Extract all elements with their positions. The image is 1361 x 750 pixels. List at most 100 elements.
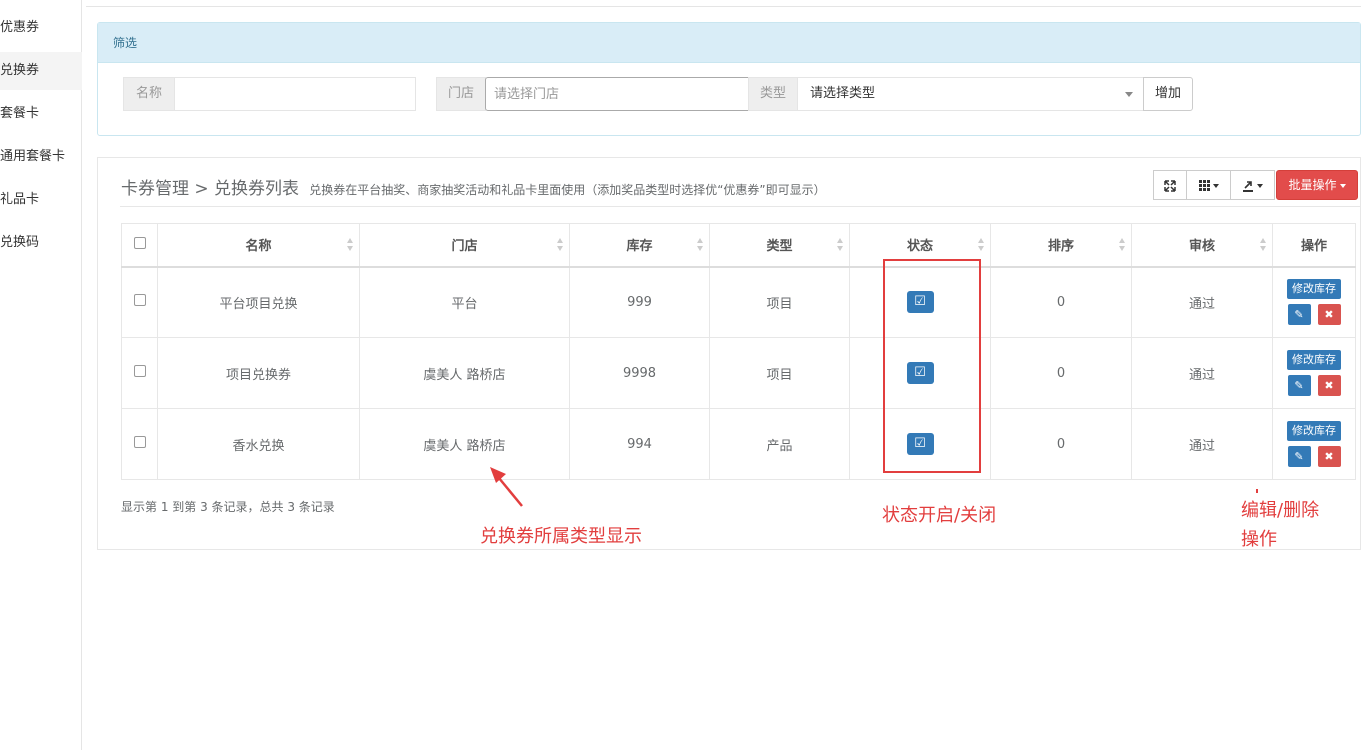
filter-panel: 筛选 名称 门店 类型 请选择类型 增加 [97, 22, 1361, 136]
cell-stock: 9998 [569, 337, 710, 409]
column-header-label: 操作 [1300, 239, 1327, 255]
name-input[interactable] [175, 78, 415, 110]
select-all-checkbox[interactable] [133, 236, 146, 249]
add-button[interactable]: 增加 [1143, 77, 1193, 111]
type-annotation: 兑换券所属类型显示 [480, 526, 642, 547]
cell-type: 产品 [709, 408, 850, 480]
row-select-cell[interactable] [121, 266, 158, 338]
column-header-label: 门店 [451, 239, 478, 255]
delete-button[interactable]: ✖ [1317, 446, 1341, 467]
pagination-info: 显示第 1 到第 3 条记录，总共 3 条记录 [121, 500, 335, 514]
panel-title: 卡券管理 > 兑换券列表 兑换券在平台抽奖、商家抽奖活动和礼品卡里面使用（添加奖… [121, 174, 826, 199]
row-action-buttons: ✎ ✖ [1287, 304, 1341, 326]
cell-review: 通过 [1131, 337, 1273, 409]
table-row: 项目兑换券 虞美人 路桥店 9998 项目 ☑ 0 通过 修改库存 ✎ ✖ [121, 337, 1356, 409]
cell-store: 虞美人 路桥店 [359, 408, 570, 480]
times-icon: ✖ [1324, 379, 1334, 392]
edit-stock-button[interactable]: 修改库存 [1287, 350, 1341, 370]
edit-icon: ✎ [1294, 450, 1304, 463]
chevron-down-icon [1125, 92, 1133, 97]
type-select[interactable]: 请选择类型 [797, 77, 1144, 111]
delete-button[interactable]: ✖ [1317, 304, 1341, 326]
cell-actions: 修改库存 ✎ ✖ [1272, 337, 1356, 409]
cell-actions: 修改库存 ✎ ✖ [1272, 408, 1356, 480]
export-button[interactable] [1230, 171, 1274, 199]
store-field[interactable] [485, 77, 749, 111]
cell-name: 香水兑换 [157, 408, 360, 480]
sidebar-item-redeem-code[interactable]: 兑换码 [0, 224, 82, 262]
chevron-down-icon [1212, 183, 1219, 188]
sidebar-item-gift-card[interactable]: 礼品卡 [0, 181, 82, 219]
cell-sort-order: 0 [990, 337, 1132, 409]
ops-annotation-line-1: 编辑/删除 [1241, 500, 1320, 521]
chevron-down-icon [1257, 183, 1263, 188]
column-header-actions: 操作 [1272, 223, 1356, 268]
title-divider [120, 206, 1360, 207]
status-annotation: 状态开启/关闭 [882, 505, 997, 526]
row-select-cell[interactable] [121, 337, 158, 409]
list-panel: 卡券管理 > 兑换券列表 兑换券在平台抽奖、商家抽奖活动和礼品卡里面使用（添加奖… [97, 157, 1361, 550]
edit-stock-button[interactable]: 修改库存 [1287, 279, 1341, 300]
edit-button[interactable]: ✎ [1287, 304, 1311, 326]
columns-button[interactable] [1186, 171, 1230, 199]
sidebar-item-exchange-voucher[interactable]: 兑换券 [0, 52, 82, 90]
cell-name: 项目兑换券 [157, 337, 360, 409]
edit-stock-button[interactable]: 修改库存 [1287, 421, 1341, 441]
batch-operations-button[interactable]: 批量操作 [1276, 170, 1358, 200]
cell-sort-order: 0 [990, 266, 1132, 338]
cell-actions: 修改库存 ✎ ✖ [1272, 266, 1356, 338]
sort-icon [1260, 238, 1266, 252]
cell-stock: 994 [569, 408, 710, 480]
type-label: 类型 [748, 77, 798, 111]
row-actions: 修改库存 ✎ ✖ [1273, 279, 1355, 326]
sidebar-item-general-package-card[interactable]: 通用套餐卡 [0, 138, 82, 176]
cell-sort-order: 0 [990, 408, 1132, 480]
main-content: 筛选 名称 门店 类型 请选择类型 增加 卡券管理 > 兑换券列表 兑换券在平台… [86, 0, 1361, 750]
sort-icon [1119, 238, 1125, 252]
select-all-cell[interactable] [121, 223, 158, 268]
table-header-row: 名称 门店 库存 类型 状态 排序 审核 操作 [121, 223, 1356, 268]
row-select-cell[interactable] [121, 408, 158, 480]
delete-button[interactable]: ✖ [1317, 375, 1341, 396]
times-icon: ✖ [1324, 450, 1334, 463]
store-label: 门店 [436, 77, 486, 111]
ops-annotation-line-2: 操作 [1241, 529, 1277, 550]
table-row: 香水兑换 虞美人 路桥店 994 产品 ☑ 0 通过 修改库存 ✎ ✖ [121, 408, 1356, 480]
cell-review: 通过 [1131, 408, 1273, 480]
table-toolbar [1153, 170, 1275, 200]
name-field[interactable] [174, 77, 416, 111]
row-action-buttons: ✎ ✖ [1287, 446, 1341, 467]
filter-heading: 筛选 [98, 23, 1360, 63]
fullscreen-button[interactable] [1154, 171, 1186, 199]
column-header-stock[interactable]: 库存 [569, 223, 710, 268]
cell-type: 项目 [709, 337, 850, 409]
export-icon [1243, 180, 1253, 192]
column-header-label: 审核 [1188, 239, 1215, 255]
edit-button[interactable]: ✎ [1287, 446, 1311, 467]
sidebar-item-package-card[interactable]: 套餐卡 [0, 95, 82, 133]
row-actions: 修改库存 ✎ ✖ [1273, 350, 1355, 396]
name-label: 名称 [123, 77, 175, 111]
chevron-down-icon [1339, 183, 1346, 188]
sidebar-item-coupon[interactable]: 优惠券 [0, 9, 82, 47]
column-header-name[interactable]: 名称 [157, 223, 360, 268]
column-header-review[interactable]: 审核 [1131, 223, 1273, 268]
column-header-store[interactable]: 门店 [359, 223, 570, 268]
row-checkbox[interactable] [133, 436, 146, 448]
row-checkbox[interactable] [133, 365, 146, 377]
cell-store: 虞美人 路桥店 [359, 337, 570, 409]
column-header-label: 名称 [245, 239, 272, 255]
column-header-label: 库存 [626, 239, 653, 255]
annotation-arrow-icon [490, 467, 523, 507]
column-header-type[interactable]: 类型 [709, 223, 850, 268]
store-input[interactable] [486, 78, 748, 110]
column-header-label: 类型 [766, 239, 793, 255]
row-checkbox[interactable] [133, 294, 146, 307]
row-actions: 修改库存 ✎ ✖ [1273, 421, 1355, 467]
expand-icon [1164, 179, 1176, 192]
row-action-buttons: ✎ ✖ [1287, 375, 1341, 396]
edit-button[interactable]: ✎ [1287, 375, 1311, 396]
breadcrumb: 卡券管理 > 兑换券列表 [121, 179, 300, 199]
status-highlight-box [883, 259, 981, 473]
column-header-sort-order[interactable]: 排序 [990, 223, 1132, 268]
